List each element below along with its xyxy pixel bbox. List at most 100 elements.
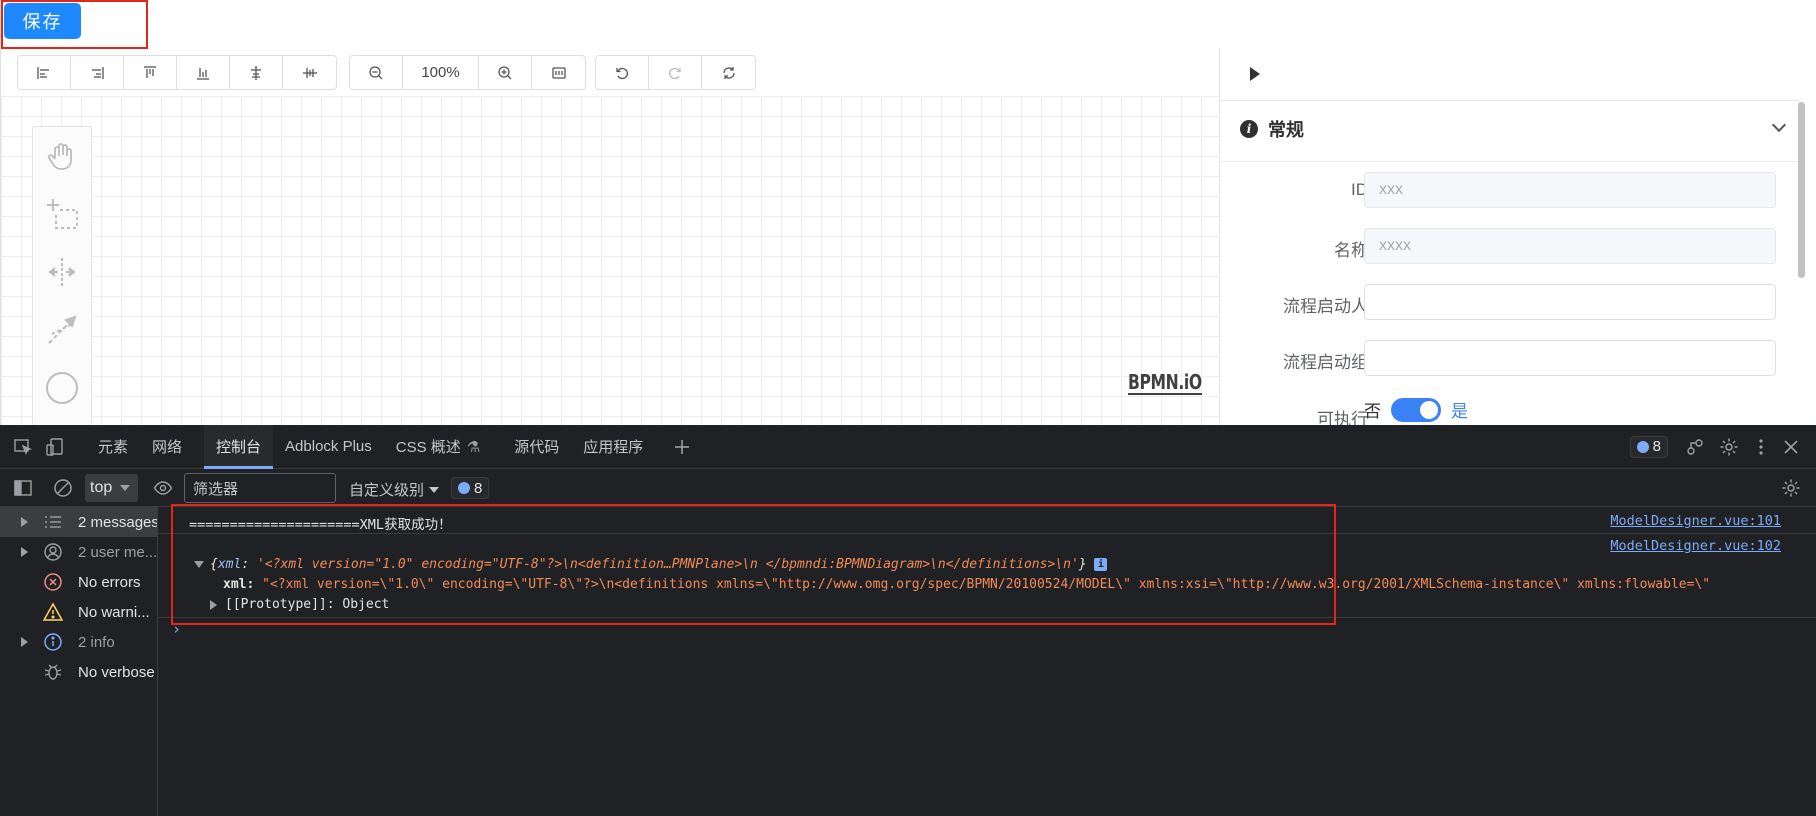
bug-icon <box>43 662 63 682</box>
warning-icon <box>43 602 63 622</box>
tab-elements[interactable]: 元素 <box>86 425 140 469</box>
panel-scrollbar[interactable] <box>1798 102 1805 278</box>
more-options-icon[interactable] <box>1750 436 1772 458</box>
filter-issues-badge[interactable]: 8 <box>451 477 490 499</box>
zoom-in-icon[interactable] <box>479 56 532 89</box>
start-event-icon[interactable] <box>33 359 91 417</box>
console-divider <box>158 533 1816 534</box>
initiator-field[interactable] <box>1364 284 1776 320</box>
sidebar-item-messages[interactable]: 2 messages <box>0 507 157 537</box>
connect-tool-icon[interactable] <box>33 301 91 359</box>
close-icon[interactable] <box>1780 436 1802 458</box>
bpmn-io-logo[interactable]: BPMN.iO <box>1128 371 1202 395</box>
sidebar-item-label: No verbose <box>78 663 155 681</box>
xml-key: xml: <box>223 577 255 592</box>
fit-viewport-icon[interactable] <box>532 56 585 89</box>
undo-icon[interactable] <box>596 56 649 89</box>
tab-console[interactable]: 控制台 <box>204 424 274 469</box>
expand-arrow-icon[interactable] <box>21 517 28 527</box>
console-filter-bar: top 筛选器 自定义级别 8 <box>0 469 1816 507</box>
sidebar-item-errors[interactable]: No errors <box>0 567 157 597</box>
section-header-general[interactable]: i 常规 <box>1240 116 1304 142</box>
bpmn-modeler: 保存 100% BPMN.iO i 常规 ID xxx 名称 xxxx 流程启动… <box>0 0 1816 429</box>
collapse-panel-icon[interactable] <box>1250 67 1260 81</box>
sidebar-item-info[interactable]: 2 info <box>0 627 157 657</box>
filter-issues-count: 8 <box>474 479 483 497</box>
info-icon: i <box>1240 120 1258 138</box>
source-link-102[interactable]: ModelDesigner.vue:102 <box>1610 538 1781 554</box>
message-icon <box>1636 440 1649 453</box>
space-tool-icon[interactable] <box>33 243 91 301</box>
list-icon <box>43 512 63 532</box>
expand-arrow-icon[interactable] <box>210 599 217 610</box>
sidebar-item-user-messages[interactable]: 2 user me... <box>0 537 157 567</box>
zoom-out-icon[interactable] <box>350 56 403 89</box>
tab-sources[interactable]: 源代码 <box>502 425 571 469</box>
settings-gear-icon[interactable] <box>1718 436 1740 458</box>
align-top-icon[interactable] <box>124 56 177 89</box>
console-object-row[interactable]: {xml: '<?xml version="1.0" encoding="UTF… <box>194 557 1816 572</box>
align-bottom-icon[interactable] <box>177 56 230 89</box>
context-selector[interactable]: top <box>85 474 138 502</box>
section-title: 常规 <box>1268 120 1304 140</box>
executable-switch-group: 否 是 <box>1364 397 1468 422</box>
redo-icon[interactable] <box>649 56 702 89</box>
info-icon[interactable]: i <box>1094 558 1108 571</box>
tab-application[interactable]: 应用程序 <box>571 425 655 469</box>
sidebar-item-verbose[interactable]: No verbose <box>0 657 157 687</box>
align-left-icon[interactable] <box>18 56 71 89</box>
tab-network[interactable]: 网络 <box>140 425 194 469</box>
history-toolbar <box>595 55 756 90</box>
sidebar-item-label: 2 info <box>78 633 115 651</box>
save-button[interactable]: 保存 <box>4 3 81 39</box>
console-xml-property[interactable]: xml: "<?xml version=\"1.0\" encoding=\"U… <box>223 577 1788 592</box>
log-levels-dropdown[interactable]: 自定义级别 <box>349 479 440 500</box>
console-prompt-icon[interactable]: › <box>172 620 1816 638</box>
properties-panel: i 常规 ID xxx 名称 xxxx 流程启动人 流程启动组 可执行 否 是 <box>1219 48 1816 429</box>
hand-tool-icon[interactable] <box>33 127 91 185</box>
zoom-level[interactable]: 100% <box>403 56 479 89</box>
lasso-tool-icon[interactable] <box>33 185 91 243</box>
align-center-icon[interactable] <box>230 56 283 89</box>
source-link-101[interactable]: ModelDesigner.vue:101 <box>1610 513 1781 529</box>
context-value: top <box>90 479 113 496</box>
eye-icon[interactable] <box>152 477 174 499</box>
chevron-down-icon[interactable] <box>1771 117 1787 133</box>
align-middle-icon[interactable] <box>283 56 336 89</box>
css-overview-label: CSS 概述 <box>395 439 461 456</box>
name-field[interactable]: xxxx <box>1364 228 1776 264</box>
diagram-canvas[interactable] <box>1 96 1219 425</box>
issues-badge[interactable]: 8 <box>1629 435 1668 458</box>
device-toolbar-icon[interactable] <box>44 436 66 458</box>
devtools-tab-bar: 元素 网络 控制台 Adblock Plus CSS 概述 ⚗ 源代码 应用程序 … <box>0 424 1816 469</box>
info-icon <box>43 632 63 652</box>
add-tab-icon[interactable] <box>671 436 693 458</box>
initiator-group-label: 流程启动组 <box>1283 353 1368 372</box>
user-icon <box>43 542 63 562</box>
sidebar-item-label: 2 messages <box>78 513 157 531</box>
executable-toggle[interactable] <box>1391 397 1441 422</box>
expand-arrow-icon[interactable] <box>21 547 28 557</box>
tab-css-overview[interactable]: CSS 概述 ⚗ <box>384 425 492 469</box>
initiator-label: 流程启动人 <box>1283 297 1368 316</box>
clear-console-icon[interactable] <box>52 477 74 499</box>
console-prototype-row[interactable]: [[Prototype]]: Object <box>210 597 1816 612</box>
form-row-name: 名称 xxxx <box>1220 228 1800 264</box>
reset-icon[interactable] <box>702 56 755 89</box>
align-right-icon[interactable] <box>71 56 124 89</box>
sidebar-item-warnings[interactable]: No warni... <box>0 597 157 627</box>
initiator-group-field[interactable] <box>1364 340 1776 376</box>
collapse-arrow-icon[interactable] <box>194 561 204 568</box>
sidebar-toggle-icon[interactable] <box>12 477 34 499</box>
form-row-initiator: 流程启动人 <box>1220 284 1800 320</box>
console-filter-input[interactable]: 筛选器 <box>184 473 336 503</box>
remote-devices-icon[interactable] <box>1684 436 1706 458</box>
expand-arrow-icon[interactable] <box>21 637 28 647</box>
id-field[interactable]: xxx <box>1364 172 1776 208</box>
xml-value: "<?xml version=\"1.0\" encoding=\"UTF-8\… <box>262 577 1711 592</box>
tab-adblock-plus[interactable]: Adblock Plus <box>273 425 384 469</box>
console-settings-icon[interactable] <box>1780 477 1802 499</box>
console-sidebar: 2 messages 2 user me... No errors No war… <box>0 507 158 816</box>
inspect-element-icon[interactable] <box>12 436 34 458</box>
form-row-initiator-group: 流程启动组 <box>1220 340 1800 376</box>
